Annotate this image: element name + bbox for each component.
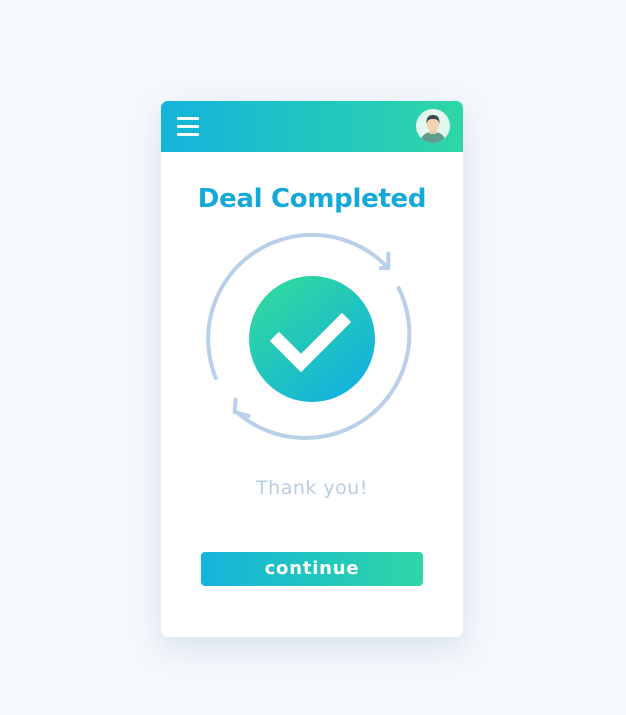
thank-you-message: Thank you!	[256, 477, 368, 499]
top-bar	[161, 101, 463, 152]
menu-button[interactable]	[177, 115, 201, 137]
user-avatar-icon	[420, 115, 446, 143]
continue-button[interactable]: continue	[201, 552, 423, 586]
success-circle	[249, 276, 375, 402]
page-title: Deal Completed	[197, 184, 427, 214]
app-screen: Deal Completed Thank you! continue	[161, 101, 463, 637]
user-avatar[interactable]	[416, 109, 450, 143]
deal-status-graphic	[206, 232, 412, 440]
bottom-arrowhead	[232, 397, 251, 418]
